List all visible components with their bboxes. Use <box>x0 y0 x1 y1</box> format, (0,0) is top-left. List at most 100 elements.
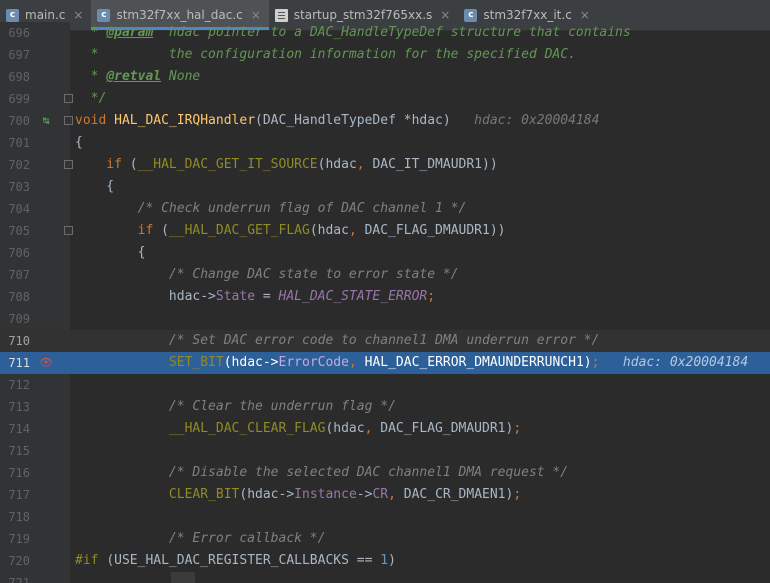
close-icon[interactable]: × <box>73 8 83 22</box>
code-text[interactable]: /* Set DAC error code to channel1 DMA un… <box>75 330 599 352</box>
code-text[interactable]: /* Disable the selected DAC channel1 DMA… <box>75 462 568 484</box>
line-number[interactable]: 696 <box>0 22 30 44</box>
code-line[interactable]: 704 /* Check underrun flag of DAC channe… <box>0 198 770 220</box>
code-token: 1 <box>380 553 389 568</box>
code-text[interactable]: SET_BIT(hdac->ErrorCode, HAL_DAC_ERROR_D… <box>75 352 748 374</box>
code-line[interactable]: 702 if (__HAL_DAC_GET_IT_SOURCE(hdac, DA… <box>0 154 770 176</box>
line-number[interactable]: 703 <box>0 176 30 198</box>
code-token: HAL_DAC_STATE_ERROR <box>278 289 428 304</box>
code-text[interactable]: if (__HAL_DAC_GET_IT_SOURCE(hdac, DAC_IT… <box>75 154 497 176</box>
line-number[interactable]: 717 <box>0 484 30 506</box>
line-number[interactable]: 697 <box>0 44 30 66</box>
code-line[interactable]: 720 #if (USE_HAL_DAC_REGISTER_CALLBACKS =… <box>0 550 770 572</box>
code-text[interactable]: { <box>75 242 146 264</box>
code-line[interactable]: 698 * @retval None <box>0 66 770 88</box>
code-token: ) <box>388 553 396 568</box>
code-line[interactable]: 715 <box>0 440 770 462</box>
line-number[interactable]: 712 <box>0 374 30 396</box>
code-text[interactable]: /* Clear the underrun flag */ <box>75 396 396 418</box>
code-token: CR <box>372 487 389 502</box>
code-line[interactable]: 707 /* Change DAC state to error state *… <box>0 264 770 286</box>
code-line[interactable]: 717 CLEAR_BIT(hdac->Instance->CR, DAC_CR… <box>0 484 770 506</box>
line-number[interactable]: 699 <box>0 88 30 110</box>
code-token: /* Check underrun flag of DAC channel 1 … <box>75 201 467 216</box>
code-token: /* Error callback */ <box>75 531 326 546</box>
code-line[interactable]: 710 /* Set DAC error code to channel1 DM… <box>0 330 770 352</box>
line-number[interactable]: 713 <box>0 396 30 418</box>
code-line[interactable]: 713 /* Clear the underrun flag */ <box>0 396 770 418</box>
code-line[interactable]: 721 <box>0 572 770 583</box>
code-text[interactable]: * @retval None <box>75 66 201 88</box>
execution-line[interactable]: 711 👁 SET_BIT(hdac->ErrorCode, HAL_DAC_ER… <box>0 352 770 374</box>
tab-label: main.c <box>25 8 66 22</box>
code-line[interactable]: 714 __HAL_DAC_CLEAR_FLAG(hdac, DAC_FLAG_… <box>0 418 770 440</box>
line-number[interactable]: 707 <box>0 264 30 286</box>
line-number[interactable]: 718 <box>0 506 30 528</box>
line-number[interactable]: 711 <box>0 352 30 374</box>
line-number[interactable]: 714 <box>0 418 30 440</box>
code-token: SET_BIT <box>75 355 224 370</box>
line-number[interactable]: 705 <box>0 220 30 242</box>
code-token: DAC_CR_DMAEN1) <box>403 487 514 502</box>
code-line[interactable]: 706 { <box>0 242 770 264</box>
code-line[interactable]: 716 /* Disable the selected DAC channel1… <box>0 462 770 484</box>
fold-marker-icon[interactable] <box>64 160 73 169</box>
code-line[interactable]: 696 * @param hdac pointer to a DAC_Handl… <box>0 22 770 44</box>
tab-label: stm32f7xx_it.c <box>483 8 572 22</box>
line-number[interactable]: 719 <box>0 528 30 550</box>
code-line[interactable]: 705 if (__HAL_DAC_GET_FLAG(hdac, DAC_FLA… <box>0 220 770 242</box>
code-line[interactable]: 700 ↹ void HAL_DAC_IRQHandler(DAC_HandleTy… <box>0 110 770 132</box>
line-number[interactable]: 720 <box>0 550 30 572</box>
close-icon[interactable]: × <box>440 8 450 22</box>
line-number[interactable]: 715 <box>0 440 30 462</box>
code-line[interactable]: 712 <box>0 374 770 396</box>
implementation-arrows-icon[interactable]: ↹ <box>39 110 53 132</box>
line-number[interactable]: 701 <box>0 132 30 154</box>
code-text[interactable]: __HAL_DAC_CLEAR_FLAG(hdac, DAC_FLAG_DMAU… <box>75 418 521 440</box>
line-number[interactable]: 721 <box>0 572 30 583</box>
code-editor[interactable]: 696 * @param hdac pointer to a DAC_Handl… <box>0 22 770 583</box>
line-number[interactable]: 702 <box>0 154 30 176</box>
line-number[interactable]: 706 <box>0 242 30 264</box>
code-text[interactable]: #if (USE_HAL_DAC_REGISTER_CALLBACKS == 1… <box>75 550 396 572</box>
c-file-icon: c <box>464 8 478 22</box>
code-text[interactable]: /* Check underrun flag of DAC channel 1 … <box>75 198 467 220</box>
code-token: /* Set DAC error code to channel1 DMA un… <box>75 333 600 348</box>
code-line[interactable]: 699 */ <box>0 88 770 110</box>
code-line[interactable]: 697 * the configuration information for … <box>0 44 770 66</box>
code-text[interactable]: void HAL_DAC_IRQHandler(DAC_HandleTypeDe… <box>75 110 599 132</box>
line-number[interactable]: 709 <box>0 308 30 330</box>
code-line[interactable]: 718 <box>0 506 770 528</box>
tab-label: startup_stm32f765xx.s <box>293 8 433 22</box>
code-token: */ <box>75 91 107 106</box>
code-text[interactable]: /* Error callback */ <box>75 528 326 550</box>
line-number[interactable]: 710 <box>0 330 30 352</box>
code-line[interactable]: 709 <box>0 308 770 330</box>
code-line[interactable]: 708 hdac->State = HAL_DAC_STATE_ERROR; <box>0 286 770 308</box>
code-token: (hdac-> <box>223 355 279 370</box>
fold-marker-icon[interactable] <box>64 226 73 235</box>
line-number[interactable]: 716 <box>0 462 30 484</box>
line-number[interactable]: 704 <box>0 198 30 220</box>
code-text[interactable]: hdac->State = HAL_DAC_STATE_ERROR; <box>75 286 435 308</box>
code-text[interactable]: { <box>75 132 83 154</box>
code-text[interactable]: CLEAR_BIT(hdac->Instance->CR, DAC_CR_DMA… <box>75 484 521 506</box>
fold-marker-icon[interactable] <box>64 94 73 103</box>
close-icon[interactable]: × <box>251 8 261 22</box>
fold-marker-icon[interactable] <box>64 116 73 125</box>
line-number[interactable]: 698 <box>0 66 30 88</box>
line-number[interactable]: 700 <box>0 110 30 132</box>
code-text[interactable]: { <box>75 176 114 198</box>
code-line[interactable]: 701 { <box>0 132 770 154</box>
code-line[interactable]: 719 /* Error callback */ <box>0 528 770 550</box>
close-icon[interactable]: × <box>580 8 590 22</box>
code-line[interactable]: 703 { <box>0 176 770 198</box>
code-text[interactable]: if (__HAL_DAC_GET_FLAG(hdac, DAC_FLAG_DM… <box>75 220 506 242</box>
code-text[interactable]: */ <box>75 88 107 110</box>
code-text[interactable]: * @param hdac pointer to a DAC_HandleTyp… <box>75 22 631 44</box>
code-text[interactable]: /* Change DAC state to error state */ <box>75 264 459 286</box>
code-text[interactable]: * the configuration information for the … <box>75 44 576 66</box>
line-number[interactable]: 708 <box>0 286 30 308</box>
breakpoint-eye-icon[interactable]: 👁 <box>39 352 53 374</box>
code-token: ( <box>129 157 138 172</box>
